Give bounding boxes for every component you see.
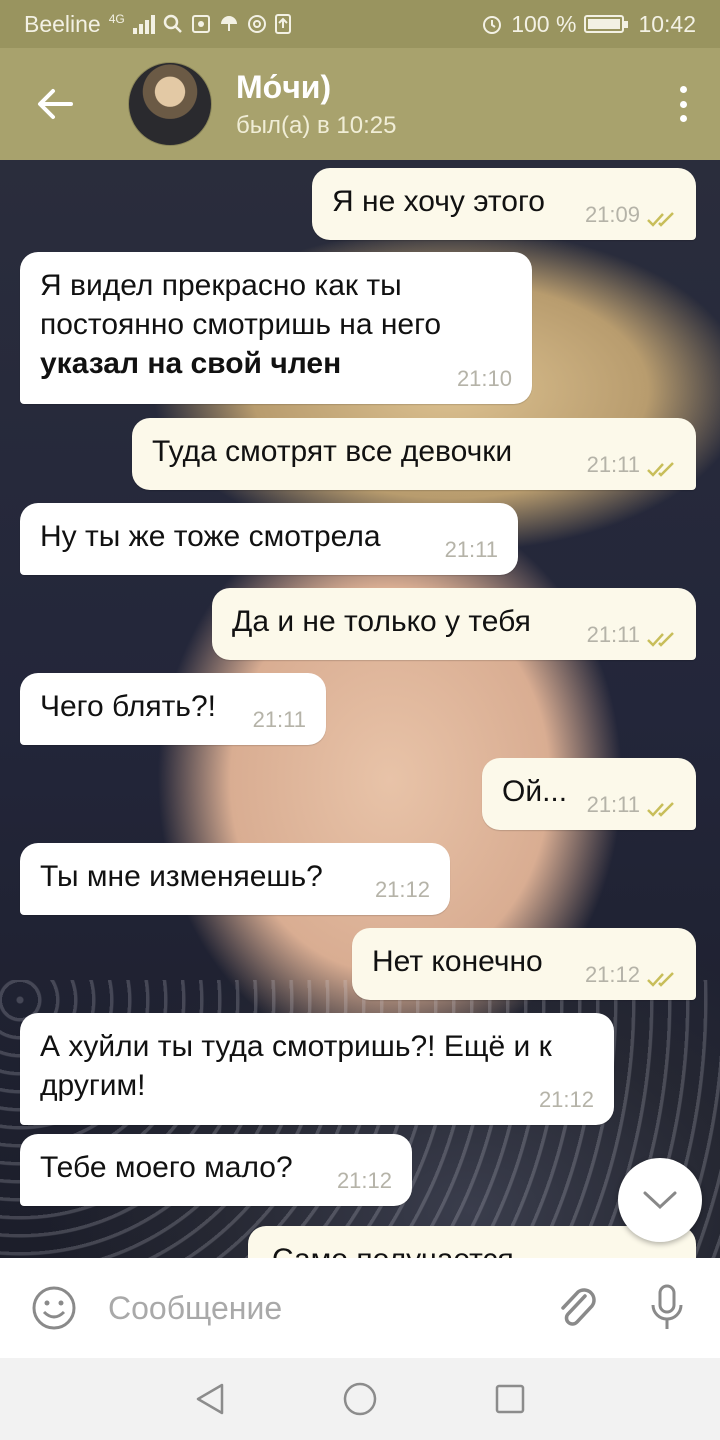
message-time: 21:11 bbox=[444, 537, 498, 563]
nav-back-button[interactable] bbox=[190, 1379, 230, 1419]
chevron-down-icon bbox=[643, 1191, 677, 1210]
back-button[interactable] bbox=[0, 48, 110, 160]
search-status-icon bbox=[163, 14, 183, 34]
chat-header: Мо́чи) был(а) в 10:25 bbox=[0, 48, 720, 160]
message-time: 21:11 bbox=[586, 452, 640, 478]
carrier-name: Beeline bbox=[24, 10, 101, 37]
message-input[interactable] bbox=[108, 1278, 532, 1338]
double-check-icon bbox=[647, 802, 674, 817]
double-check-icon bbox=[647, 972, 674, 987]
message-text: Нет конечно bbox=[372, 945, 543, 978]
message-time: 21:09 bbox=[584, 202, 640, 228]
message-text: Ну ты же тоже смотрела bbox=[40, 520, 381, 553]
double-check-icon bbox=[647, 462, 674, 477]
message-text: Ой... bbox=[502, 775, 568, 808]
microphone-icon bbox=[651, 1284, 683, 1329]
square-recents-icon bbox=[495, 1384, 525, 1414]
message-time: 21:11 bbox=[252, 707, 306, 733]
triangle-back-icon bbox=[196, 1383, 224, 1415]
message-time: 21:12 bbox=[584, 962, 640, 988]
scroll-down-button[interactable] bbox=[618, 1158, 702, 1242]
message-outgoing[interactable]: Туда смотрят все девочки 21:11 bbox=[132, 418, 696, 490]
more-menu-button[interactable] bbox=[668, 86, 698, 122]
chat-name: Мо́чи) bbox=[236, 68, 332, 105]
message-time: 21:12 bbox=[374, 877, 430, 903]
avatar[interactable] bbox=[128, 62, 212, 146]
battery-icon bbox=[584, 15, 629, 33]
message-time: 21:12 bbox=[336, 1168, 392, 1194]
message-incoming[interactable]: Я видел прекрасно как ты постоянно смотр… bbox=[20, 252, 532, 404]
double-check-icon bbox=[647, 212, 674, 227]
mic-button[interactable] bbox=[622, 1258, 712, 1358]
message-outgoing[interactable]: Само получается bbox=[248, 1226, 696, 1258]
double-check-icon bbox=[647, 632, 674, 647]
message-text: Чего блять?! bbox=[40, 690, 216, 723]
message-time: 21:10 bbox=[456, 366, 512, 392]
composer-bar bbox=[0, 1258, 720, 1358]
message-text: Да и не только у тебя bbox=[232, 605, 531, 638]
message-time: 21:11 bbox=[586, 622, 640, 648]
more-vert-icon bbox=[679, 86, 687, 93]
arrow-left-icon bbox=[38, 89, 73, 119]
message-outgoing[interactable]: Ой... 21:11 bbox=[482, 758, 696, 830]
clock: 10:42 bbox=[638, 10, 696, 37]
status-bar: Beeline 4G 100 % 10:42 bbox=[0, 0, 720, 48]
message-outgoing[interactable]: Да и не только у тебя 21:11 bbox=[212, 588, 696, 660]
message-incoming[interactable]: Чего блять?! 21:11 bbox=[20, 673, 326, 745]
nav-recents-button[interactable] bbox=[490, 1379, 530, 1419]
message-time: 21:11 bbox=[586, 792, 640, 818]
chat-title-block[interactable]: Мо́чи) был(а) в 10:25 bbox=[236, 69, 396, 140]
message-text: Туда смотрят все девочки bbox=[152, 435, 513, 468]
paperclip-icon bbox=[561, 1288, 596, 1326]
network-type: 4G bbox=[108, 12, 125, 26]
message-incoming[interactable]: Тебе моего мало? 21:12 bbox=[20, 1134, 412, 1206]
message-text: А хуйли ты туда смотришь?! Ещё и к други… bbox=[40, 1030, 552, 1102]
message-incoming[interactable]: А хуйли ты туда смотришь?! Ещё и к други… bbox=[20, 1013, 614, 1125]
message-text: Тебе моего мало? bbox=[40, 1151, 293, 1184]
attach-button[interactable] bbox=[532, 1258, 622, 1358]
gallery-status-icon bbox=[191, 14, 211, 34]
at-status-icon bbox=[247, 14, 267, 34]
message-outgoing[interactable]: Нет конечно 21:12 bbox=[352, 928, 696, 1000]
alarm-icon bbox=[481, 13, 503, 35]
smiley-icon bbox=[32, 1286, 76, 1330]
circle-home-icon bbox=[343, 1382, 377, 1416]
emoji-button[interactable] bbox=[0, 1258, 108, 1358]
umbrella-status-icon bbox=[219, 14, 239, 34]
message-text: Само получается bbox=[268, 1243, 514, 1258]
message-text: Я не хочу этого bbox=[332, 185, 545, 218]
message-outgoing[interactable]: Я не хочу этого 21:09 bbox=[312, 168, 696, 240]
nav-home-button[interactable] bbox=[340, 1379, 380, 1419]
battery-percent: 100 % bbox=[511, 10, 577, 37]
message-bold-text: указал на свой член bbox=[40, 347, 342, 380]
message-incoming[interactable]: Ты мне изменяешь? 21:12 bbox=[20, 843, 450, 915]
system-nav-bar bbox=[0, 1358, 720, 1440]
last-seen-status: был(а) в 10:25 bbox=[236, 111, 397, 139]
signal-icon bbox=[132, 14, 155, 34]
message-time: 21:12 bbox=[538, 1087, 594, 1113]
message-text: Ты мне изменяешь? bbox=[40, 860, 323, 893]
message-incoming[interactable]: Ну ты же тоже смотрела 21:11 bbox=[20, 503, 518, 575]
message-text: Я видел прекрасно как ты постоянно смотр… bbox=[40, 269, 442, 341]
upload-status-icon bbox=[274, 14, 291, 34]
